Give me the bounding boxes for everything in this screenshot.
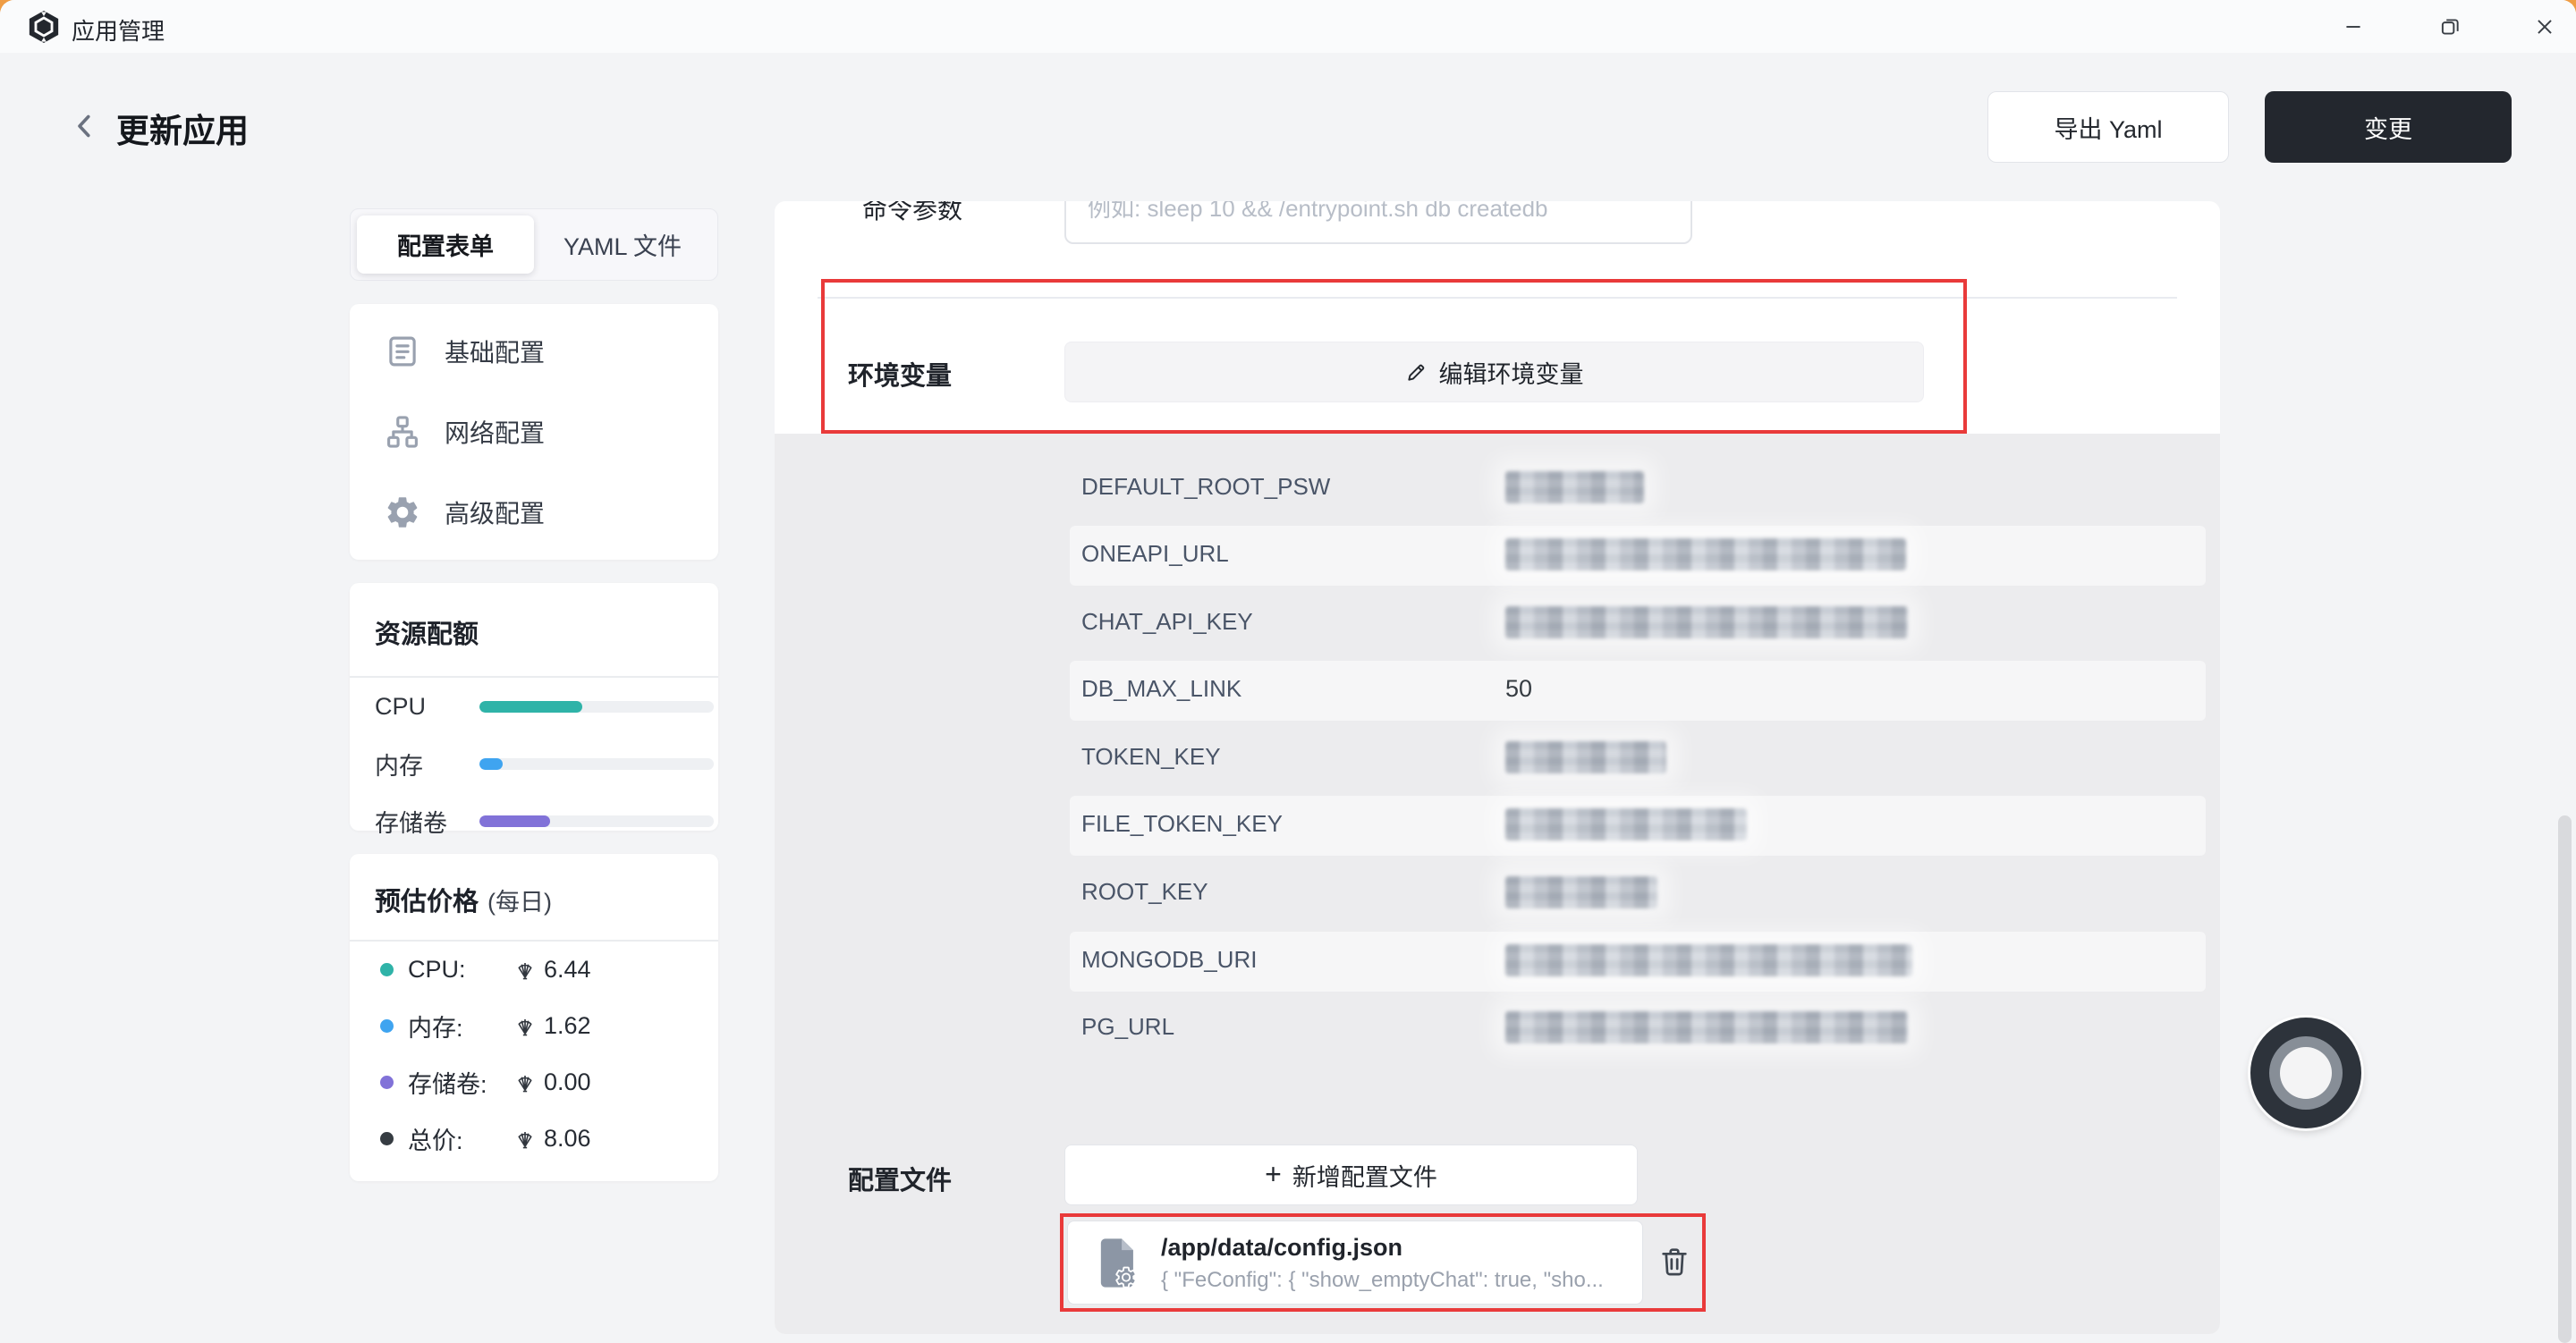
quota-title: 资源配额 bbox=[350, 583, 718, 651]
env-vars-label: 环境变量 bbox=[848, 355, 952, 393]
restore-icon bbox=[2438, 15, 2462, 38]
sidebar-item-network-config[interactable]: 网络配置 bbox=[350, 392, 718, 472]
section-nav: 基础配置 网络配置 高级配置 bbox=[350, 304, 718, 560]
window-title: 应用管理 bbox=[72, 13, 165, 46]
cpu-color-dot bbox=[380, 963, 394, 976]
memory-progress-fill bbox=[479, 758, 503, 770]
donut-ring bbox=[2269, 1036, 2343, 1110]
env-row: FILE_TOKEN_KEY bbox=[775, 792, 2220, 859]
command-args-input[interactable]: 例如: sleep 10 && /entrypoint.sh db create… bbox=[1064, 201, 1692, 244]
redacted-value bbox=[1505, 1011, 1908, 1043]
quota-row-storage: 存储卷 bbox=[350, 792, 718, 849]
env-value: 50 bbox=[1505, 675, 1532, 703]
command-args-placeholder: 例如: sleep 10 && /entrypoint.sh db create… bbox=[1088, 201, 1548, 224]
config-file-preview: { "FeConfig": { "show_emptyChat": true, … bbox=[1161, 1268, 1626, 1293]
env-row: TOKEN_KEY bbox=[775, 725, 2220, 792]
cpu-progress-track bbox=[479, 701, 714, 713]
trash-icon bbox=[1657, 1244, 1691, 1280]
price-title: 预估价格 bbox=[375, 881, 479, 918]
edit-env-vars-button[interactable]: 编辑环境变量 bbox=[1064, 342, 1924, 402]
back-chevron-icon bbox=[69, 110, 101, 142]
redacted-value bbox=[1505, 944, 1912, 976]
export-yaml-button[interactable]: 导出 Yaml bbox=[1987, 91, 2229, 163]
env-row: CHAT_API_KEY bbox=[775, 590, 2220, 657]
network-icon bbox=[384, 413, 421, 451]
add-config-file-button[interactable]: + 新增配置文件 bbox=[1064, 1145, 1638, 1205]
shell-currency-icon bbox=[513, 959, 537, 982]
redacted-value bbox=[1505, 606, 1908, 638]
quota-row-memory: 内存 bbox=[350, 735, 718, 792]
redacted-value bbox=[1505, 741, 1666, 773]
sidebar-item-label: 网络配置 bbox=[445, 414, 545, 450]
tab-config-form[interactable]: 配置表单 bbox=[357, 215, 534, 274]
close-button[interactable] bbox=[2515, 7, 2574, 46]
command-args-label: 命令参数 bbox=[862, 201, 962, 226]
delete-config-file-button[interactable] bbox=[1653, 1240, 1696, 1283]
env-row: DEFAULT_ROOT_PSW bbox=[775, 455, 2220, 522]
pencil-icon bbox=[1405, 360, 1428, 384]
close-icon bbox=[2533, 15, 2556, 38]
gear-icon bbox=[384, 494, 421, 531]
price-title-row: 预估价格 (每日) bbox=[350, 854, 718, 918]
redacted-value bbox=[1505, 808, 1747, 840]
app-logo-icon bbox=[27, 10, 61, 44]
cpu-progress-fill bbox=[479, 701, 582, 713]
env-row: PG_URL bbox=[775, 995, 2220, 1062]
price-row-total: 总价: 8.06 bbox=[350, 1111, 718, 1167]
quota-row-cpu: CPU bbox=[350, 678, 718, 735]
page-title: 更新应用 bbox=[116, 104, 249, 152]
redacted-value bbox=[1505, 471, 1644, 503]
plus-icon: + bbox=[1265, 1160, 1282, 1188]
sidebar-item-label: 高级配置 bbox=[445, 494, 545, 530]
price-row-cpu: CPU: 6.44 bbox=[350, 942, 718, 998]
file-gear-icon bbox=[1089, 1236, 1141, 1291]
shell-currency-icon bbox=[513, 1128, 537, 1151]
shell-currency-icon bbox=[513, 1015, 537, 1038]
page-scrollbar-thumb[interactable] bbox=[2558, 815, 2572, 1343]
price-subtitle: (每日) bbox=[487, 883, 552, 917]
sidebar-item-advanced-config[interactable]: 高级配置 bbox=[350, 472, 718, 553]
storage-progress-fill bbox=[479, 815, 550, 827]
minimize-icon bbox=[2342, 15, 2365, 38]
form-doc-icon bbox=[384, 333, 421, 370]
app-window: 应用管理 更新应用 导出 Yaml 变更 配置表单 YAML 文件 bbox=[0, 0, 2576, 1343]
disabled-section-panel: DEFAULT_ROOT_PSW ONEAPI_URL CHAT_API_KEY… bbox=[775, 434, 2220, 1334]
redacted-value bbox=[1505, 876, 1657, 908]
memory-progress-track bbox=[479, 758, 714, 770]
price-row-storage: 存储卷: 0.00 bbox=[350, 1054, 718, 1111]
config-file-path: /app/data/config.json bbox=[1161, 1234, 1402, 1262]
restore-button[interactable] bbox=[2420, 7, 2479, 46]
view-tabs: 配置表单 YAML 文件 bbox=[350, 208, 718, 281]
donut-core bbox=[2280, 1047, 2332, 1099]
divider bbox=[818, 297, 2177, 299]
resource-quota-card: 资源配额 CPU 内存 存储卷 bbox=[350, 583, 718, 831]
price-row-memory: 内存: 1.62 bbox=[350, 998, 718, 1054]
estimated-price-card: 预估价格 (每日) CPU: 6.44 内存: 1.62 存储卷: 0.00 总… bbox=[350, 854, 718, 1181]
memory-color-dot bbox=[380, 1019, 394, 1033]
sidebar-item-label: 基础配置 bbox=[445, 334, 545, 369]
config-file-item[interactable]: /app/data/config.json { "FeConfig": { "s… bbox=[1067, 1221, 1643, 1305]
change-button[interactable]: 变更 bbox=[2265, 91, 2512, 163]
env-row: MONGODB_URI bbox=[775, 928, 2220, 995]
storage-progress-track bbox=[479, 815, 714, 827]
env-row: DB_MAX_LINK 50 bbox=[775, 657, 2220, 724]
tab-yaml-file[interactable]: YAML 文件 bbox=[534, 215, 711, 274]
back-button[interactable] bbox=[63, 104, 107, 148]
total-color-dot bbox=[380, 1132, 394, 1145]
storage-color-dot bbox=[380, 1076, 394, 1089]
floating-assistant-button[interactable] bbox=[2250, 1018, 2361, 1128]
form-content-card: 命令参数 例如: sleep 10 && /entrypoint.sh db c… bbox=[775, 201, 2220, 1334]
minimize-button[interactable] bbox=[2324, 7, 2383, 46]
window-titlebar: 应用管理 bbox=[0, 0, 2576, 53]
env-row: ROOT_KEY bbox=[775, 860, 2220, 927]
sidebar-item-basic-config[interactable]: 基础配置 bbox=[350, 311, 718, 392]
shell-currency-icon bbox=[513, 1071, 537, 1094]
config-files-label: 配置文件 bbox=[848, 1160, 952, 1197]
redacted-value bbox=[1505, 538, 1906, 570]
env-row: ONEAPI_URL bbox=[775, 522, 2220, 589]
